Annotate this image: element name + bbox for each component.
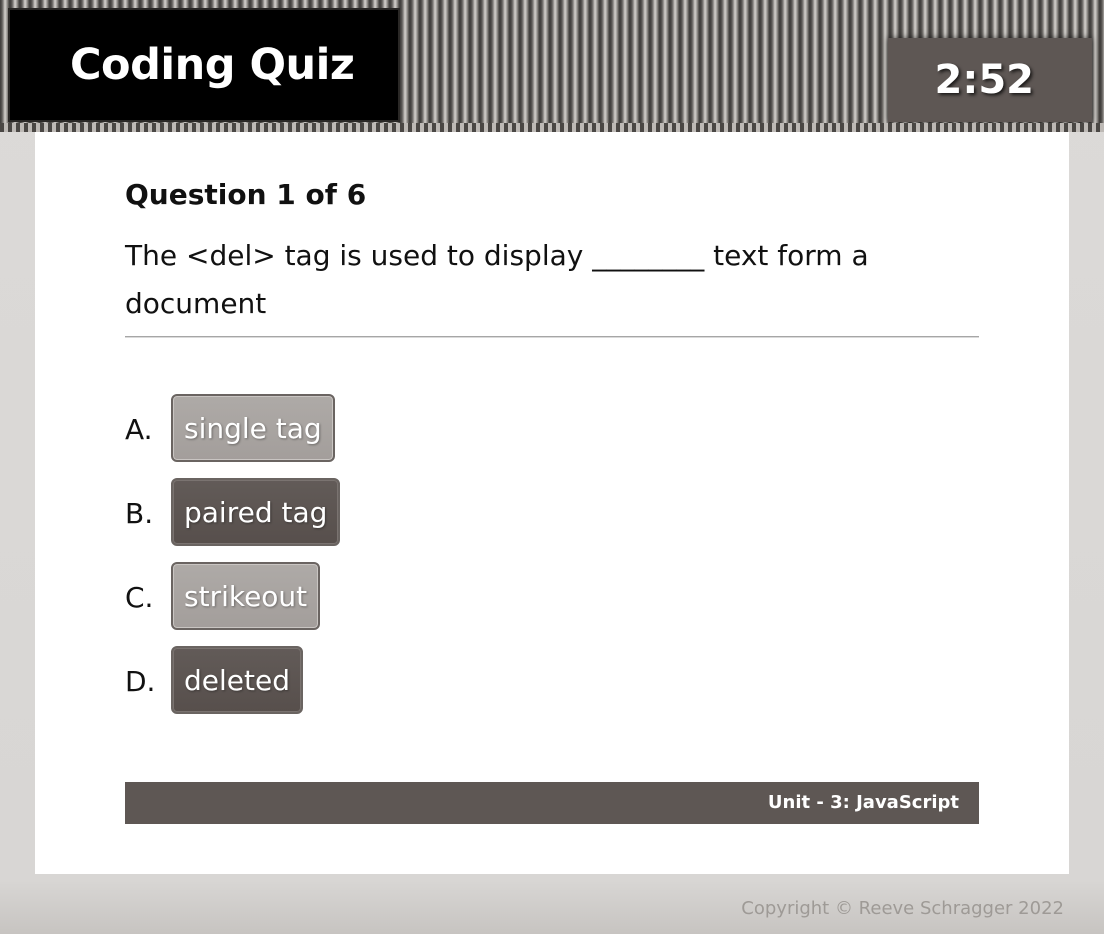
answer-button-d[interactable]: deleted xyxy=(171,646,303,714)
answer-button-c[interactable]: strikeout xyxy=(171,562,321,630)
answer-letter: A. xyxy=(125,413,153,446)
question-card: Question 1 of 6 The <del> tag is used to… xyxy=(35,132,1069,874)
unit-footer-bar: Unit - 3: JavaScript xyxy=(125,782,979,824)
quiz-header: Coding Quiz 2:52 xyxy=(0,0,1104,132)
question-divider xyxy=(125,336,979,338)
question-counter: Question 1 of 6 xyxy=(125,178,367,211)
quiz-title: Coding Quiz xyxy=(70,40,355,90)
answer-letter: D. xyxy=(125,665,156,698)
countdown-timer: 2:52 xyxy=(934,57,1035,103)
answer-option-c: C. strikeout xyxy=(125,562,725,634)
answer-button-a[interactable]: single tag xyxy=(171,394,335,462)
copyright-notice: Copyright © Reeve Schragger 2022 xyxy=(741,898,1064,919)
answer-button-b[interactable]: paired tag xyxy=(171,478,341,546)
timer-box: 2:52 xyxy=(888,38,1092,122)
answer-option-a: A. single tag xyxy=(125,394,725,466)
question-text: The <del> tag is used to display _______… xyxy=(125,239,869,320)
answer-letter: B. xyxy=(125,497,154,530)
answer-option-d: D. deleted xyxy=(125,646,725,718)
answer-letter: C. xyxy=(125,581,154,614)
answer-option-b: B. paired tag xyxy=(125,478,725,550)
title-box: Coding Quiz xyxy=(10,10,398,120)
unit-label: Unit - 3: JavaScript xyxy=(767,792,959,813)
answer-list: A. single tag B. paired tag C. strikeout… xyxy=(125,394,725,730)
